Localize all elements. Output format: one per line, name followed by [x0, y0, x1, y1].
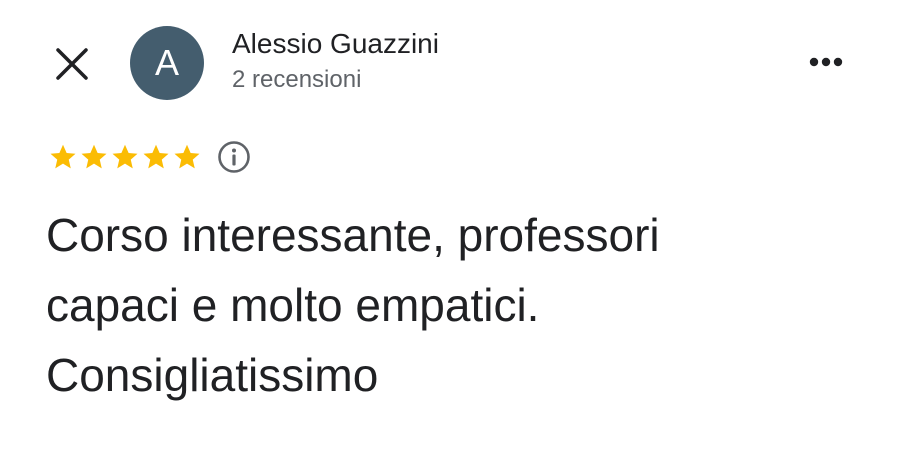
review-text-line: Corso interessante, professori — [46, 209, 660, 261]
close-button[interactable] — [52, 44, 92, 84]
star-icon — [112, 144, 138, 169]
avatar-letter: A — [154, 42, 179, 83]
avatar[interactable]: A — [130, 26, 204, 100]
more-options-button[interactable] — [800, 44, 852, 80]
star-icon — [50, 144, 76, 169]
review-text: Corso interessante, professori capaci e m… — [46, 200, 866, 410]
close-icon — [56, 48, 88, 80]
review-count: 2 recensioni — [232, 66, 362, 93]
info-icon[interactable] — [217, 140, 251, 174]
review-text-line: capaci e molto empatici. — [46, 279, 540, 331]
star-icon — [174, 144, 200, 169]
rating-row — [48, 140, 251, 174]
review-text-line: Consigliatissimo — [46, 349, 379, 401]
star-rating — [48, 142, 203, 172]
star-icon — [143, 144, 169, 169]
star-icon — [81, 144, 107, 169]
reviewer-name[interactable]: Alessio Guazzini — [232, 28, 439, 60]
more-horizontal-icon — [809, 57, 843, 67]
